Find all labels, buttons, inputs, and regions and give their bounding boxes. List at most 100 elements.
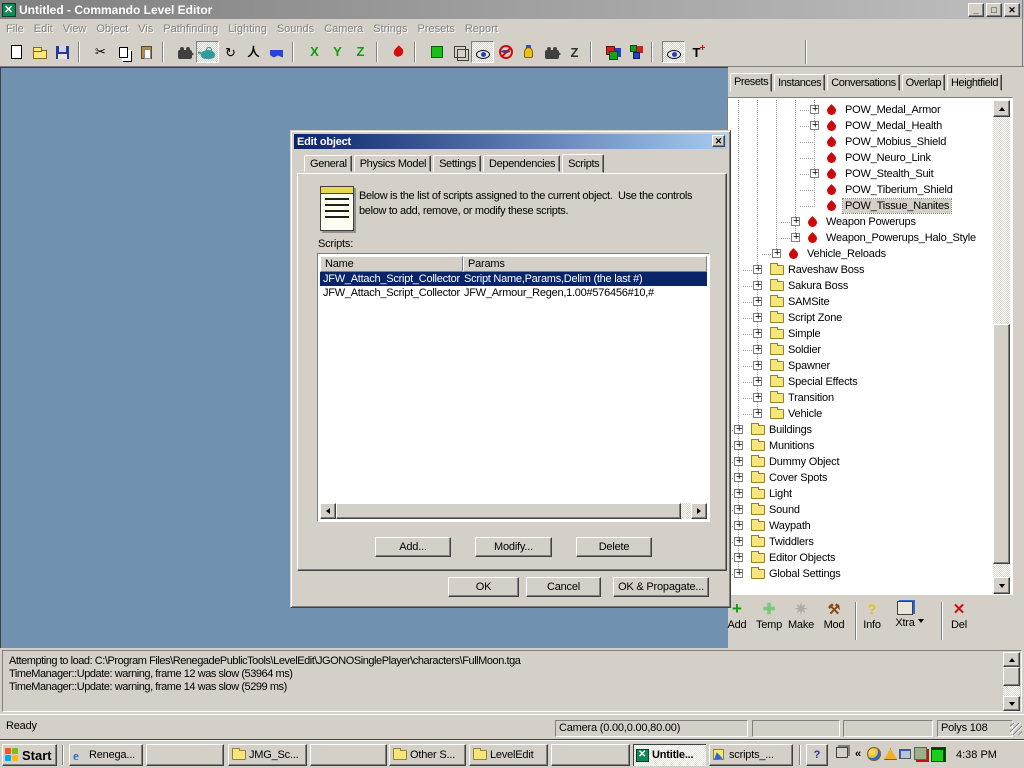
object-mode-icon[interactable] bbox=[196, 41, 219, 63]
resize-grip[interactable] bbox=[1010, 723, 1022, 735]
solid-view-icon[interactable] bbox=[425, 41, 448, 63]
tab-presets[interactable]: Presets bbox=[730, 73, 772, 92]
tree-scroll-shaft-top[interactable] bbox=[993, 117, 1010, 324]
tab-heightfield[interactable]: Heightfield bbox=[947, 74, 1002, 91]
menu-view[interactable]: View bbox=[58, 21, 92, 37]
hide-icon[interactable] bbox=[494, 41, 517, 63]
tree-item-dummy-object[interactable]: Dummy Object bbox=[730, 454, 993, 470]
task-jmg-sc[interactable]: JMG_Sc... bbox=[228, 744, 307, 766]
menu-presets[interactable]: Presets bbox=[413, 21, 460, 37]
tree-item-samsite[interactable]: SAMSite bbox=[730, 294, 993, 310]
action-xtra[interactable]: Xtra bbox=[890, 601, 920, 643]
tree-scroll-shaft-bottom[interactable] bbox=[993, 564, 1010, 577]
task-other-s[interactable]: Other S... bbox=[389, 744, 466, 766]
expand-icon[interactable] bbox=[753, 329, 762, 338]
expand-icon[interactable] bbox=[753, 297, 762, 306]
dialog-tab-physics-model[interactable]: Physics Model bbox=[354, 155, 431, 172]
tree-scroll-up[interactable] bbox=[993, 100, 1010, 117]
help-window-task[interactable]: ? bbox=[806, 744, 828, 766]
expand-icon[interactable] bbox=[734, 473, 743, 482]
expand-icon[interactable] bbox=[734, 569, 743, 578]
green-app-icon[interactable] bbox=[931, 747, 946, 762]
objects-group-icon[interactable] bbox=[601, 41, 624, 63]
xtra-dropdown-icon[interactable] bbox=[918, 619, 924, 626]
tree-item-transition[interactable]: Transition bbox=[730, 390, 993, 406]
expand-icon[interactable] bbox=[753, 393, 762, 402]
waypath-icon[interactable]: Z bbox=[563, 41, 586, 63]
hscroll-right[interactable] bbox=[691, 503, 707, 519]
maximize-button[interactable]: □ bbox=[986, 3, 1002, 17]
tree-item-sakura-boss[interactable]: Sakura Boss bbox=[730, 278, 993, 294]
camera-mode-icon[interactable] bbox=[173, 41, 196, 63]
tree-item-raveshaw-boss[interactable]: Raveshaw Boss bbox=[730, 262, 993, 278]
tree-item-weapon-powerups-halo-style[interactable]: Weapon_Powerups_Halo_Style bbox=[730, 230, 993, 246]
button-modify[interactable]: Modify... bbox=[475, 537, 552, 557]
expand-icon[interactable] bbox=[753, 377, 762, 386]
task-untitle[interactable]: Untitle... bbox=[633, 744, 706, 766]
tree-item-vehicle[interactable]: Vehicle bbox=[730, 406, 993, 422]
save-icon[interactable] bbox=[51, 41, 74, 63]
menu-report[interactable]: Report bbox=[460, 21, 503, 37]
close-button[interactable]: ✕ bbox=[1004, 3, 1020, 17]
tab-instances[interactable]: Instances bbox=[774, 74, 825, 91]
drop-to-ground-icon[interactable] bbox=[387, 41, 410, 63]
expand-icon[interactable] bbox=[753, 361, 762, 370]
expand-icon[interactable] bbox=[791, 217, 800, 226]
dialog-tab-dependencies[interactable]: Dependencies bbox=[483, 155, 560, 172]
axis-x-icon[interactable]: X bbox=[303, 41, 326, 63]
expand-icon[interactable] bbox=[753, 313, 762, 322]
camera-view-icon[interactable] bbox=[540, 41, 563, 63]
expand-icon[interactable] bbox=[734, 489, 743, 498]
tree-item-simple[interactable]: Simple bbox=[730, 326, 993, 342]
users-offline-icon[interactable] bbox=[914, 747, 927, 760]
action-mod[interactable]: ⚒Mod bbox=[819, 601, 849, 643]
expand-icon[interactable] bbox=[734, 537, 743, 546]
menu-vis[interactable]: Vis bbox=[133, 21, 158, 37]
light-icon[interactable] bbox=[517, 41, 540, 63]
menu-pathfinding[interactable]: Pathfinding bbox=[158, 21, 223, 37]
log-scroll-down[interactable] bbox=[1003, 696, 1020, 711]
script-row[interactable]: JFW_Attach_Script_CollectorJFW_Armour_Re… bbox=[320, 286, 707, 300]
tree-item-pow-tissue-nanites[interactable]: POW_Tissue_Nanites bbox=[730, 198, 993, 214]
tree-item-special-effects[interactable]: Special Effects bbox=[730, 374, 993, 390]
warning-icon[interactable] bbox=[884, 748, 897, 760]
minimize-button[interactable]: _ bbox=[968, 3, 984, 17]
tree-item-twiddlers[interactable]: Twiddlers bbox=[730, 534, 993, 550]
globe-icon[interactable] bbox=[867, 747, 881, 761]
tree-item-cover-spots[interactable]: Cover Spots bbox=[730, 470, 993, 486]
axis-y-icon[interactable]: Y bbox=[326, 41, 349, 63]
visibility-icon[interactable] bbox=[662, 41, 685, 63]
tree-scroll-thumb[interactable] bbox=[993, 324, 1010, 564]
button-cancel[interactable]: Cancel bbox=[526, 577, 601, 597]
action-info[interactable]: ?Info bbox=[857, 601, 887, 643]
button-ok-propagate[interactable]: OK & Propagate... bbox=[613, 577, 709, 597]
expand-icon[interactable] bbox=[753, 409, 762, 418]
task-empty[interactable] bbox=[146, 744, 224, 766]
hscroll-left[interactable] bbox=[320, 503, 336, 519]
scripts-list-hscrollbar[interactable] bbox=[320, 503, 707, 519]
tree-item-pow-mobius-shield[interactable]: POW_Mobius_Shield bbox=[730, 134, 993, 150]
expand-icon[interactable] bbox=[810, 169, 819, 178]
tab-conversations[interactable]: Conversations bbox=[827, 74, 899, 91]
task-empty[interactable] bbox=[551, 744, 630, 766]
hscroll-thumb[interactable] bbox=[336, 503, 681, 519]
menu-camera[interactable]: Camera bbox=[319, 21, 368, 37]
dialog-close-button[interactable]: ✕ bbox=[712, 135, 725, 147]
menu-sounds[interactable]: Sounds bbox=[272, 21, 319, 37]
expand-icon[interactable] bbox=[734, 441, 743, 450]
tree-item-pow-tiberium-shield[interactable]: POW_Tiberium_Shield bbox=[730, 182, 993, 198]
tree-item-weapon-powerups[interactable]: Weapon Powerups bbox=[730, 214, 993, 230]
show-icon[interactable] bbox=[471, 41, 494, 63]
tree-item-global-settings[interactable]: Global Settings bbox=[730, 566, 993, 582]
tree-item-spawner[interactable]: Spawner bbox=[730, 358, 993, 374]
new-icon[interactable] bbox=[5, 41, 28, 63]
tree-item-sound[interactable]: Sound bbox=[730, 502, 993, 518]
expand-icon[interactable] bbox=[734, 505, 743, 514]
button-add[interactable]: Add... bbox=[375, 537, 451, 557]
tree-item-soldier[interactable]: Soldier bbox=[730, 342, 993, 358]
column-header-params[interactable]: Params bbox=[463, 256, 707, 272]
rotate-mode-icon[interactable]: ↻ bbox=[219, 41, 242, 63]
cut-icon[interactable]: ✂ bbox=[89, 41, 112, 63]
wireframe-view-icon[interactable] bbox=[448, 41, 471, 63]
menu-object[interactable]: Object bbox=[91, 21, 133, 37]
